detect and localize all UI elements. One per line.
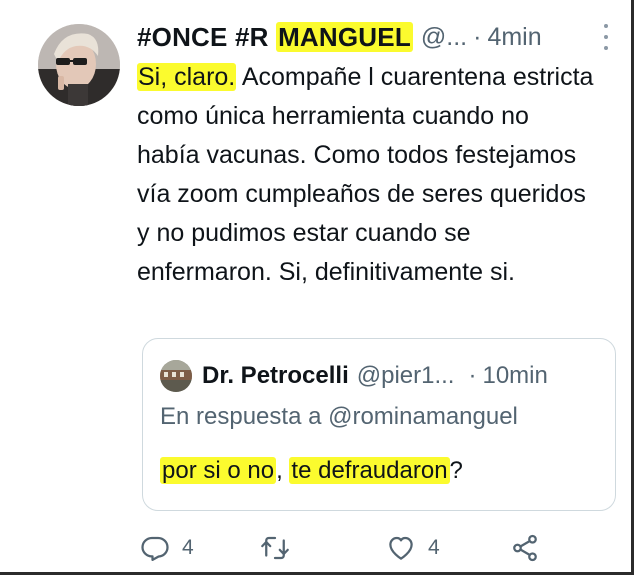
quoted-tweet-time[interactable]: 10min bbox=[482, 362, 547, 390]
separator-dot: · bbox=[473, 22, 482, 51]
quoted-avatar-image bbox=[160, 360, 192, 392]
share-button[interactable] bbox=[510, 530, 540, 566]
quoted-tweet[interactable]: Dr. Petrocelli @pier1... · 10min En resp… bbox=[142, 338, 616, 511]
like-button[interactable]: 4 bbox=[386, 530, 440, 566]
reply-context: En respuesta a @rominamanguel bbox=[160, 403, 518, 430]
quoted-user-handle[interactable]: @pier1... bbox=[357, 362, 455, 390]
more-vertical-icon[interactable] bbox=[596, 24, 616, 50]
heart-icon bbox=[389, 536, 413, 560]
quoted-text-highlight-2: te defraudaron bbox=[289, 457, 450, 484]
display-name-highlight: MANGUEL bbox=[276, 21, 413, 52]
retweet-button[interactable] bbox=[260, 530, 302, 566]
quoted-text-comma: , bbox=[276, 457, 283, 484]
display-name[interactable]: #ONCE #R MANGUEL bbox=[137, 21, 413, 53]
quoted-text-end: ? bbox=[449, 457, 463, 484]
action-bar: 4 4 bbox=[140, 530, 560, 566]
quoted-text-highlight-1: por si o no bbox=[160, 457, 277, 484]
user-avatar[interactable] bbox=[38, 24, 120, 106]
display-name-prefix: #ONCE #R bbox=[137, 21, 277, 52]
quoted-display-name[interactable]: Dr. Petrocelli bbox=[202, 362, 349, 390]
like-count: 4 bbox=[428, 536, 440, 559]
reply-count: 4 bbox=[182, 536, 194, 559]
tweet-time[interactable]: 4min bbox=[487, 23, 541, 52]
tweet-text-highlight: Si, claro. bbox=[137, 63, 237, 91]
avatar-image bbox=[38, 24, 120, 106]
quoted-tweet-header: Dr. Petrocelli @pier1... · 10min bbox=[160, 359, 600, 393]
quoted-separator-dot: · bbox=[468, 362, 477, 389]
reply-button[interactable]: 4 bbox=[140, 530, 194, 566]
tweet-text: Si, claro. Acompañe l cuarentena estrict… bbox=[137, 58, 597, 292]
quoted-user-avatar[interactable] bbox=[160, 360, 192, 392]
reply-icon bbox=[141, 536, 169, 561]
tweet-header: #ONCE #R MANGUEL @... · 4min bbox=[137, 20, 622, 54]
retweet-icon bbox=[261, 536, 289, 560]
user-handle[interactable]: @... bbox=[421, 23, 467, 52]
share-icon bbox=[513, 534, 537, 562]
quoted-tweet-text: por si o no, te defraudaron? bbox=[160, 457, 463, 485]
tweet-text-body: Acompañe l cuarentena estricta como únic… bbox=[137, 63, 594, 286]
